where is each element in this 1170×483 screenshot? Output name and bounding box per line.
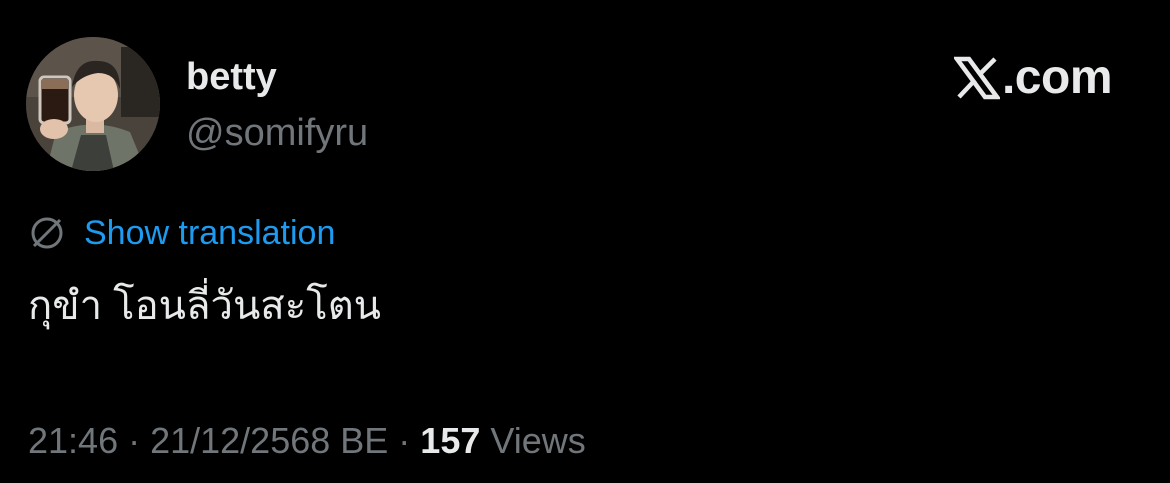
- meta-separator: ·: [118, 420, 151, 461]
- user-handle[interactable]: @somifyru: [186, 110, 368, 156]
- globe-icon: [31, 217, 63, 249]
- brand-watermark: .com: [952, 50, 1113, 106]
- meta-separator: ·: [388, 420, 421, 461]
- tweet-card: betty @somifyru .com Show translation กุ…: [0, 0, 1170, 483]
- avatar[interactable]: [26, 37, 160, 171]
- tweet-time[interactable]: 21:46: [28, 420, 118, 461]
- tweet-text: กุขำ โอนลี่วันสะโตน: [28, 284, 382, 328]
- profile-photo: [26, 37, 160, 171]
- tweet-meta: 21:46 · 21/12/2568 BE · 157 Views: [28, 418, 586, 464]
- views-count: 157: [420, 420, 481, 461]
- display-name[interactable]: betty: [186, 54, 277, 100]
- x-logo-icon: [952, 56, 1002, 100]
- show-translation-link[interactable]: Show translation: [84, 212, 335, 254]
- views-label: Views: [480, 420, 586, 461]
- brand-domain-text: .com: [1001, 51, 1113, 104]
- tweet-date[interactable]: 21/12/2568 BE: [150, 420, 388, 461]
- show-translation-row[interactable]: Show translation: [28, 212, 335, 254]
